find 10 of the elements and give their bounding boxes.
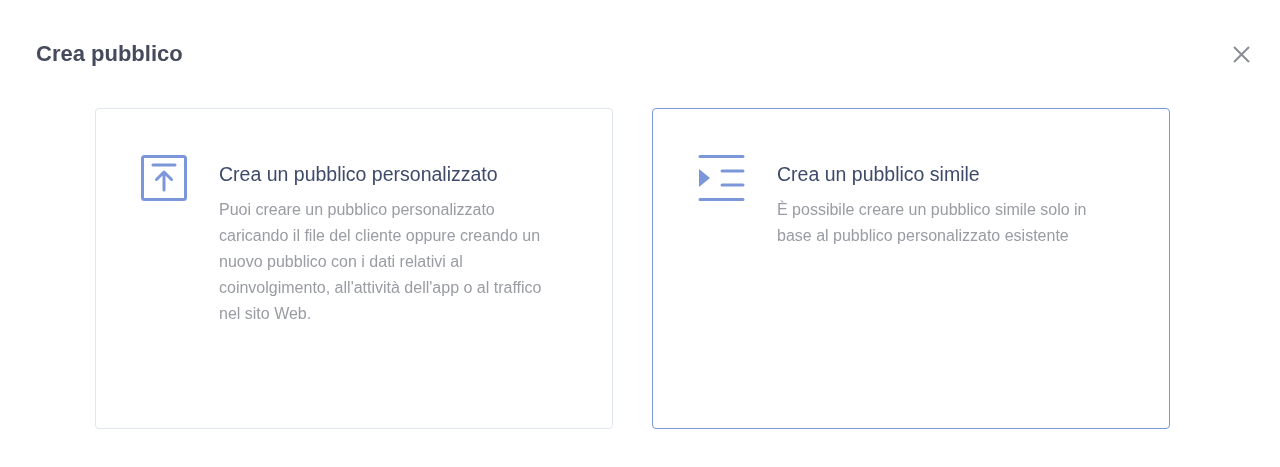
option-title: Crea un pubblico personalizzato	[219, 162, 499, 187]
option-description: È possibile creare un pubblico simile solo in base al pubblico personalizzato esistente	[777, 199, 1088, 246]
dialog-title: Crea pubblico	[36, 41, 183, 67]
upload-icon	[141, 155, 187, 201]
option-card[interactable]: Crea un pubblico simile È possibile creare un pubblico simile solo in base al pubblico personalizzato esistente	[652, 108, 1170, 429]
option-card[interactable]	[95, 108, 613, 429]
close-button[interactable]	[1231, 44, 1251, 64]
indent-list-icon	[698, 155, 745, 201]
option-title: Crea un pubblico simile	[777, 162, 981, 187]
option-description: Puoi creare un pubblico personalizzato caricando il file del cliente oppure creando un nuovo pubblico con i dati relativi al coinvolgimento, all'attività dell'app o al traffico nel sito Web.	[219, 200, 543, 324]
